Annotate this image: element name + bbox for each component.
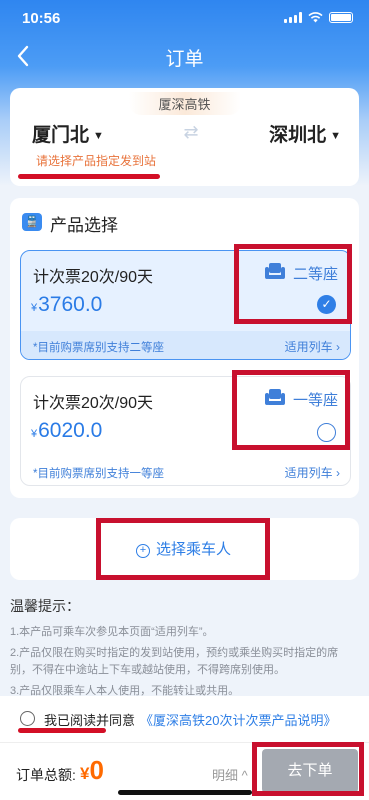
section-title: 产品选择	[50, 216, 118, 235]
price-value: 3760.0	[38, 293, 103, 316]
annotation-underline-agreement	[18, 728, 106, 733]
arrival-station-label: 深圳北	[269, 125, 327, 146]
home-indicator	[118, 790, 252, 795]
detail-button[interactable]: 明细 ^	[212, 765, 248, 784]
battery-icon	[329, 12, 353, 23]
tips-section: 温馨提示： 1.本产品可乘车次参见本页面“适用列车”。 2.产品仅限在购买时指定…	[10, 596, 359, 704]
currency-symbol: ¥	[31, 302, 38, 314]
nav-bar: 订单	[0, 36, 369, 76]
product-name: 计次票20次/90天	[33, 269, 154, 286]
agreement-link[interactable]: 《厦深高铁20次计次票产品说明》	[140, 710, 336, 729]
product-price: ¥3760.0	[31, 293, 102, 317]
currency-symbol: ¥	[31, 428, 38, 440]
seat-support-note: *目前购票席别支持二等座	[33, 342, 164, 354]
caret-down-icon: ▼	[330, 129, 341, 142]
tips-title: 温馨提示：	[10, 598, 80, 614]
status-bar: 10:56	[0, 0, 369, 36]
route-hint: 请选择产品指定发到站	[36, 154, 157, 168]
swap-stations-icon[interactable]: ⇄	[178, 122, 204, 142]
route-line-tag: 厦深高铁	[128, 92, 241, 115]
route-card: 厦深高铁 厦门北 ▼ ⇄ 深圳北 ▼ 请选择产品指定发到站	[10, 88, 359, 186]
departure-station-selector[interactable]: 厦门北 ▼	[32, 120, 104, 147]
cellular-signal-icon	[284, 12, 302, 23]
total-amount: ¥0	[80, 755, 104, 786]
status-time: 10:56	[22, 10, 61, 27]
caret-down-icon: ▼	[93, 129, 104, 142]
departure-station-label: 厦门北	[32, 125, 90, 146]
agreement-bar: 我已阅读并同意 《厦深高铁20次计次票产品说明》	[0, 696, 369, 742]
status-icons	[284, 12, 353, 23]
total-amount-value: 0	[89, 755, 104, 785]
arrival-station-selector[interactable]: 深圳北 ▼	[269, 120, 341, 147]
annotation-box-passenger	[96, 518, 270, 580]
train-icon: 🚆	[22, 213, 42, 231]
price-value: 6020.0	[38, 419, 103, 442]
page-title: 订单	[165, 49, 204, 70]
applicable-trains-link[interactable]: 适用列车 ›	[285, 338, 340, 355]
tip-item: 2.产品仅限在购买时指定的发到站使用，预约或乘坐购买时指定的席别，不得在中途站上…	[10, 647, 339, 676]
tip-item: 1.本产品可乘车次参见本页面“适用列车”。	[10, 626, 214, 638]
total-label: 订单总额:	[16, 767, 76, 783]
seat-support-note: *目前购票席别支持一等座	[33, 468, 164, 480]
applicable-trains-link[interactable]: 适用列车 ›	[285, 464, 340, 481]
wifi-icon	[308, 12, 323, 23]
agreement-text: 我已阅读并同意	[44, 713, 136, 728]
product-name: 计次票20次/90天	[33, 395, 154, 412]
annotation-box-second-class	[234, 244, 352, 324]
agreement-radio[interactable]	[20, 711, 35, 726]
product-selection-card: 🚆 产品选择 计次票20次/90天 ¥3760.0 二等座 ✓ *目前购票席别支…	[10, 198, 359, 498]
product-price: ¥6020.0	[31, 419, 102, 443]
annotation-box-first-class	[232, 370, 350, 450]
annotation-underline-route	[18, 174, 160, 179]
annotation-box-submit	[252, 742, 364, 796]
